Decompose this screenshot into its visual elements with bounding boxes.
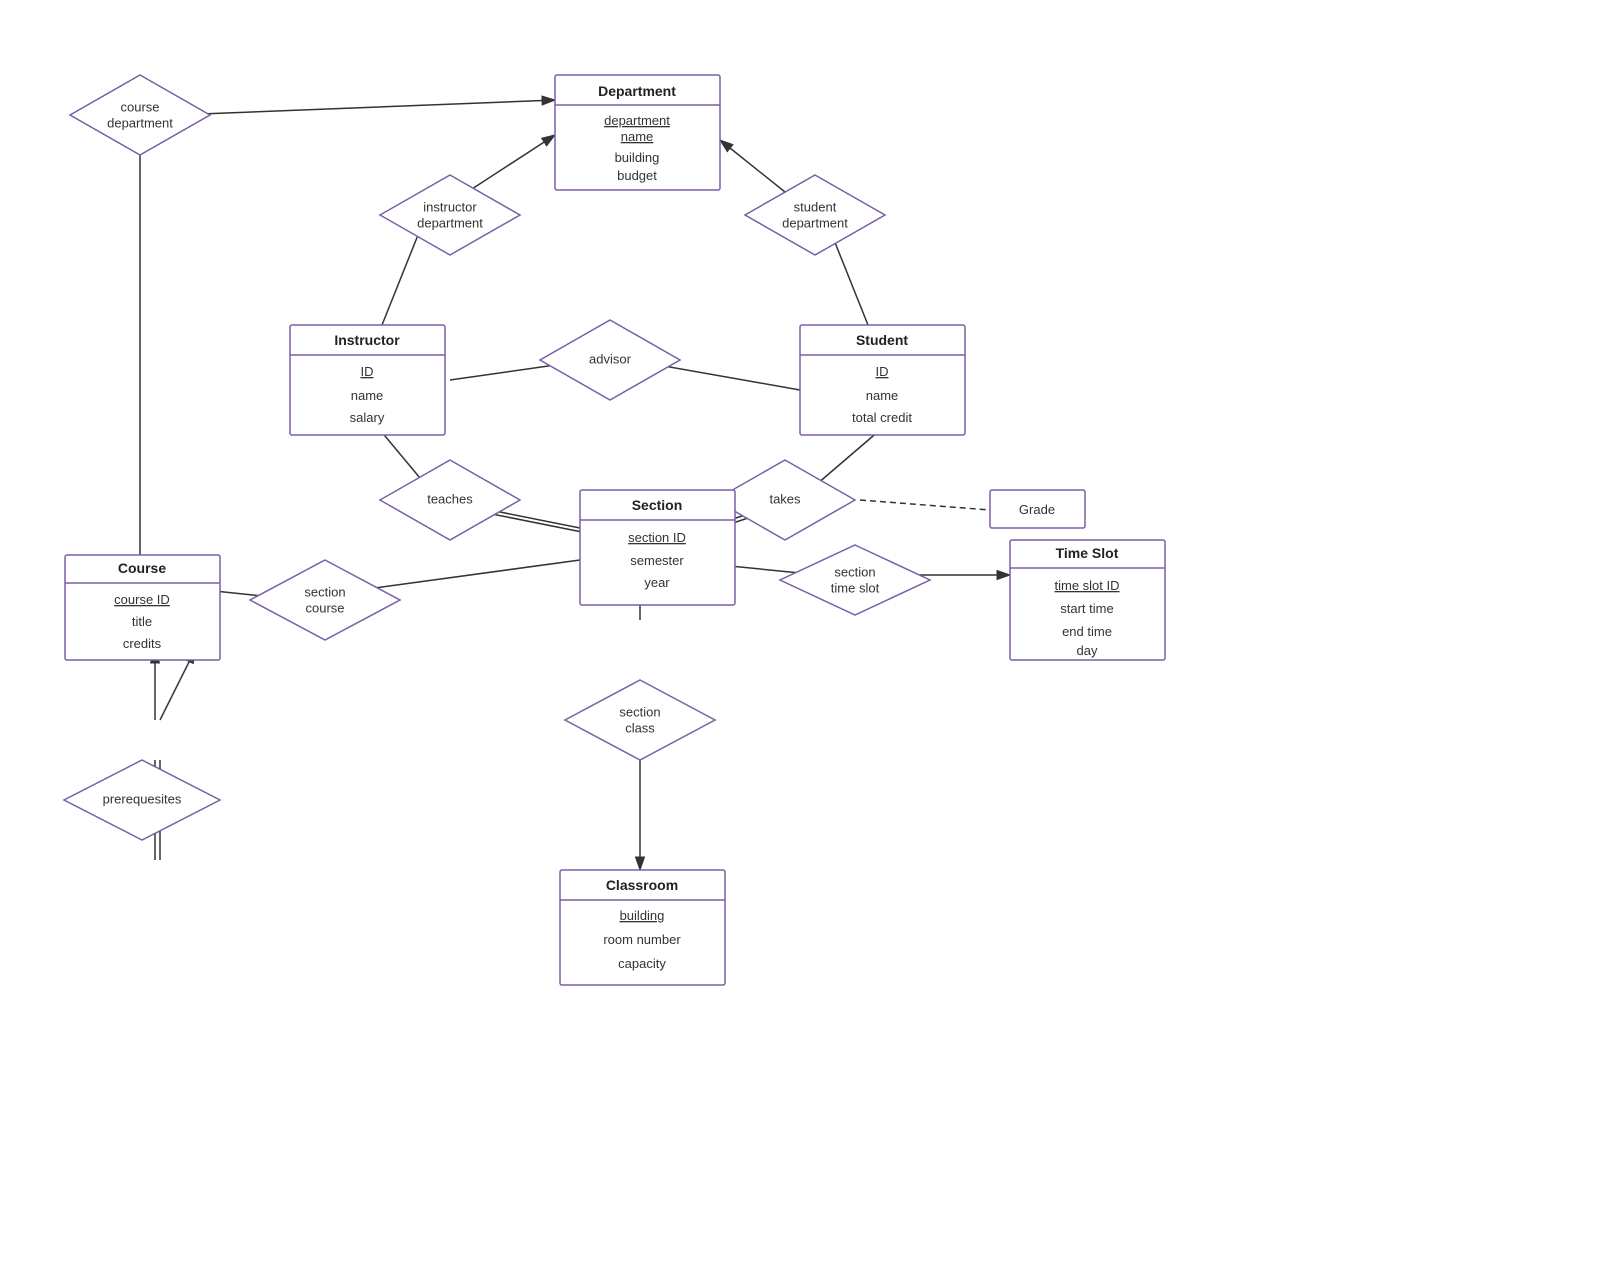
section-entity: Section section ID semester year bbox=[580, 490, 735, 605]
timeslot-attr-day: day bbox=[1077, 643, 1098, 658]
section-class-label2: class bbox=[625, 720, 655, 735]
instructor-attr-name: name bbox=[351, 388, 384, 403]
prerequesites-diamond: prerequesites bbox=[64, 760, 220, 840]
timeslot-title: Time Slot bbox=[1056, 545, 1119, 561]
er-diagram: Department department name building budg… bbox=[0, 0, 1600, 1280]
course-attr-id: course ID bbox=[114, 592, 170, 607]
course-title: Course bbox=[118, 560, 166, 576]
section-class-diamond: section class bbox=[565, 680, 715, 760]
department-entity: Department department name building budg… bbox=[555, 75, 720, 190]
classroom-attr-room: room number bbox=[603, 932, 681, 947]
timeslot-attr-end: end time bbox=[1062, 624, 1112, 639]
section-title: Section bbox=[632, 497, 683, 513]
student-department-label: student bbox=[794, 199, 837, 214]
classroom-title: Classroom bbox=[606, 877, 678, 893]
course-attr-title: title bbox=[132, 614, 152, 629]
department-attr-name: department bbox=[604, 113, 670, 128]
section-class-label: section bbox=[619, 704, 660, 719]
section-course-label: section bbox=[304, 584, 345, 599]
student-department-label2: department bbox=[782, 215, 848, 230]
student-attr-credit: total credit bbox=[852, 410, 912, 425]
timeslot-entity: Time Slot time slot ID start time end ti… bbox=[1010, 540, 1165, 660]
section-timeslot-label: section bbox=[834, 564, 875, 579]
student-entity: Student ID name total credit bbox=[800, 325, 965, 435]
department-title: Department bbox=[598, 83, 676, 99]
instructor-attr-salary: salary bbox=[350, 410, 385, 425]
student-department-diamond: student department bbox=[745, 175, 885, 255]
section-course-diamond: section course bbox=[250, 560, 400, 640]
section-timeslot-label2: time slot bbox=[831, 580, 880, 595]
takes-label: takes bbox=[769, 491, 801, 506]
teaches-diamond: teaches bbox=[380, 460, 520, 540]
department-attr-name2: name bbox=[621, 129, 654, 144]
instructor-attr-id: ID bbox=[361, 364, 374, 379]
takes-diamond: takes bbox=[715, 460, 855, 540]
teaches-label: teaches bbox=[427, 491, 473, 506]
instructor-title: Instructor bbox=[334, 332, 400, 348]
advisor-diamond: advisor bbox=[540, 320, 680, 400]
timeslot-attr-id: time slot ID bbox=[1054, 578, 1119, 593]
department-attr-budget: budget bbox=[617, 168, 657, 183]
section-attr-year: year bbox=[644, 575, 670, 590]
prerequesites-label: prerequesites bbox=[103, 791, 182, 806]
timeslot-attr-start: start time bbox=[1060, 601, 1113, 616]
grade-label: Grade bbox=[1019, 502, 1055, 517]
classroom-attr-building: building bbox=[620, 908, 665, 923]
department-attr-building: building bbox=[615, 150, 660, 165]
instructor-department-label: instructor bbox=[423, 199, 477, 214]
grade-entity: Grade bbox=[990, 490, 1085, 528]
student-attr-id: ID bbox=[876, 364, 889, 379]
section-course-label2: course bbox=[305, 600, 344, 615]
section-attr-id: section ID bbox=[628, 530, 686, 545]
instructor-department-label2: department bbox=[417, 215, 483, 230]
section-timeslot-diamond: section time slot bbox=[780, 545, 930, 615]
classroom-entity: Classroom building room number capacity bbox=[560, 870, 725, 985]
section-attr-semester: semester bbox=[630, 553, 684, 568]
course-entity: Course course ID title credits bbox=[65, 555, 220, 660]
classroom-attr-capacity: capacity bbox=[618, 956, 666, 971]
course-department-label: course bbox=[120, 99, 159, 114]
instructor-entity: Instructor ID name salary bbox=[290, 325, 445, 435]
course-department-label2: department bbox=[107, 115, 173, 130]
student-attr-name: name bbox=[866, 388, 899, 403]
advisor-label: advisor bbox=[589, 351, 632, 366]
course-department-diamond: course department bbox=[70, 75, 210, 155]
student-title: Student bbox=[856, 332, 908, 348]
course-attr-credits: credits bbox=[123, 636, 162, 651]
instructor-department-diamond: instructor department bbox=[380, 175, 520, 255]
